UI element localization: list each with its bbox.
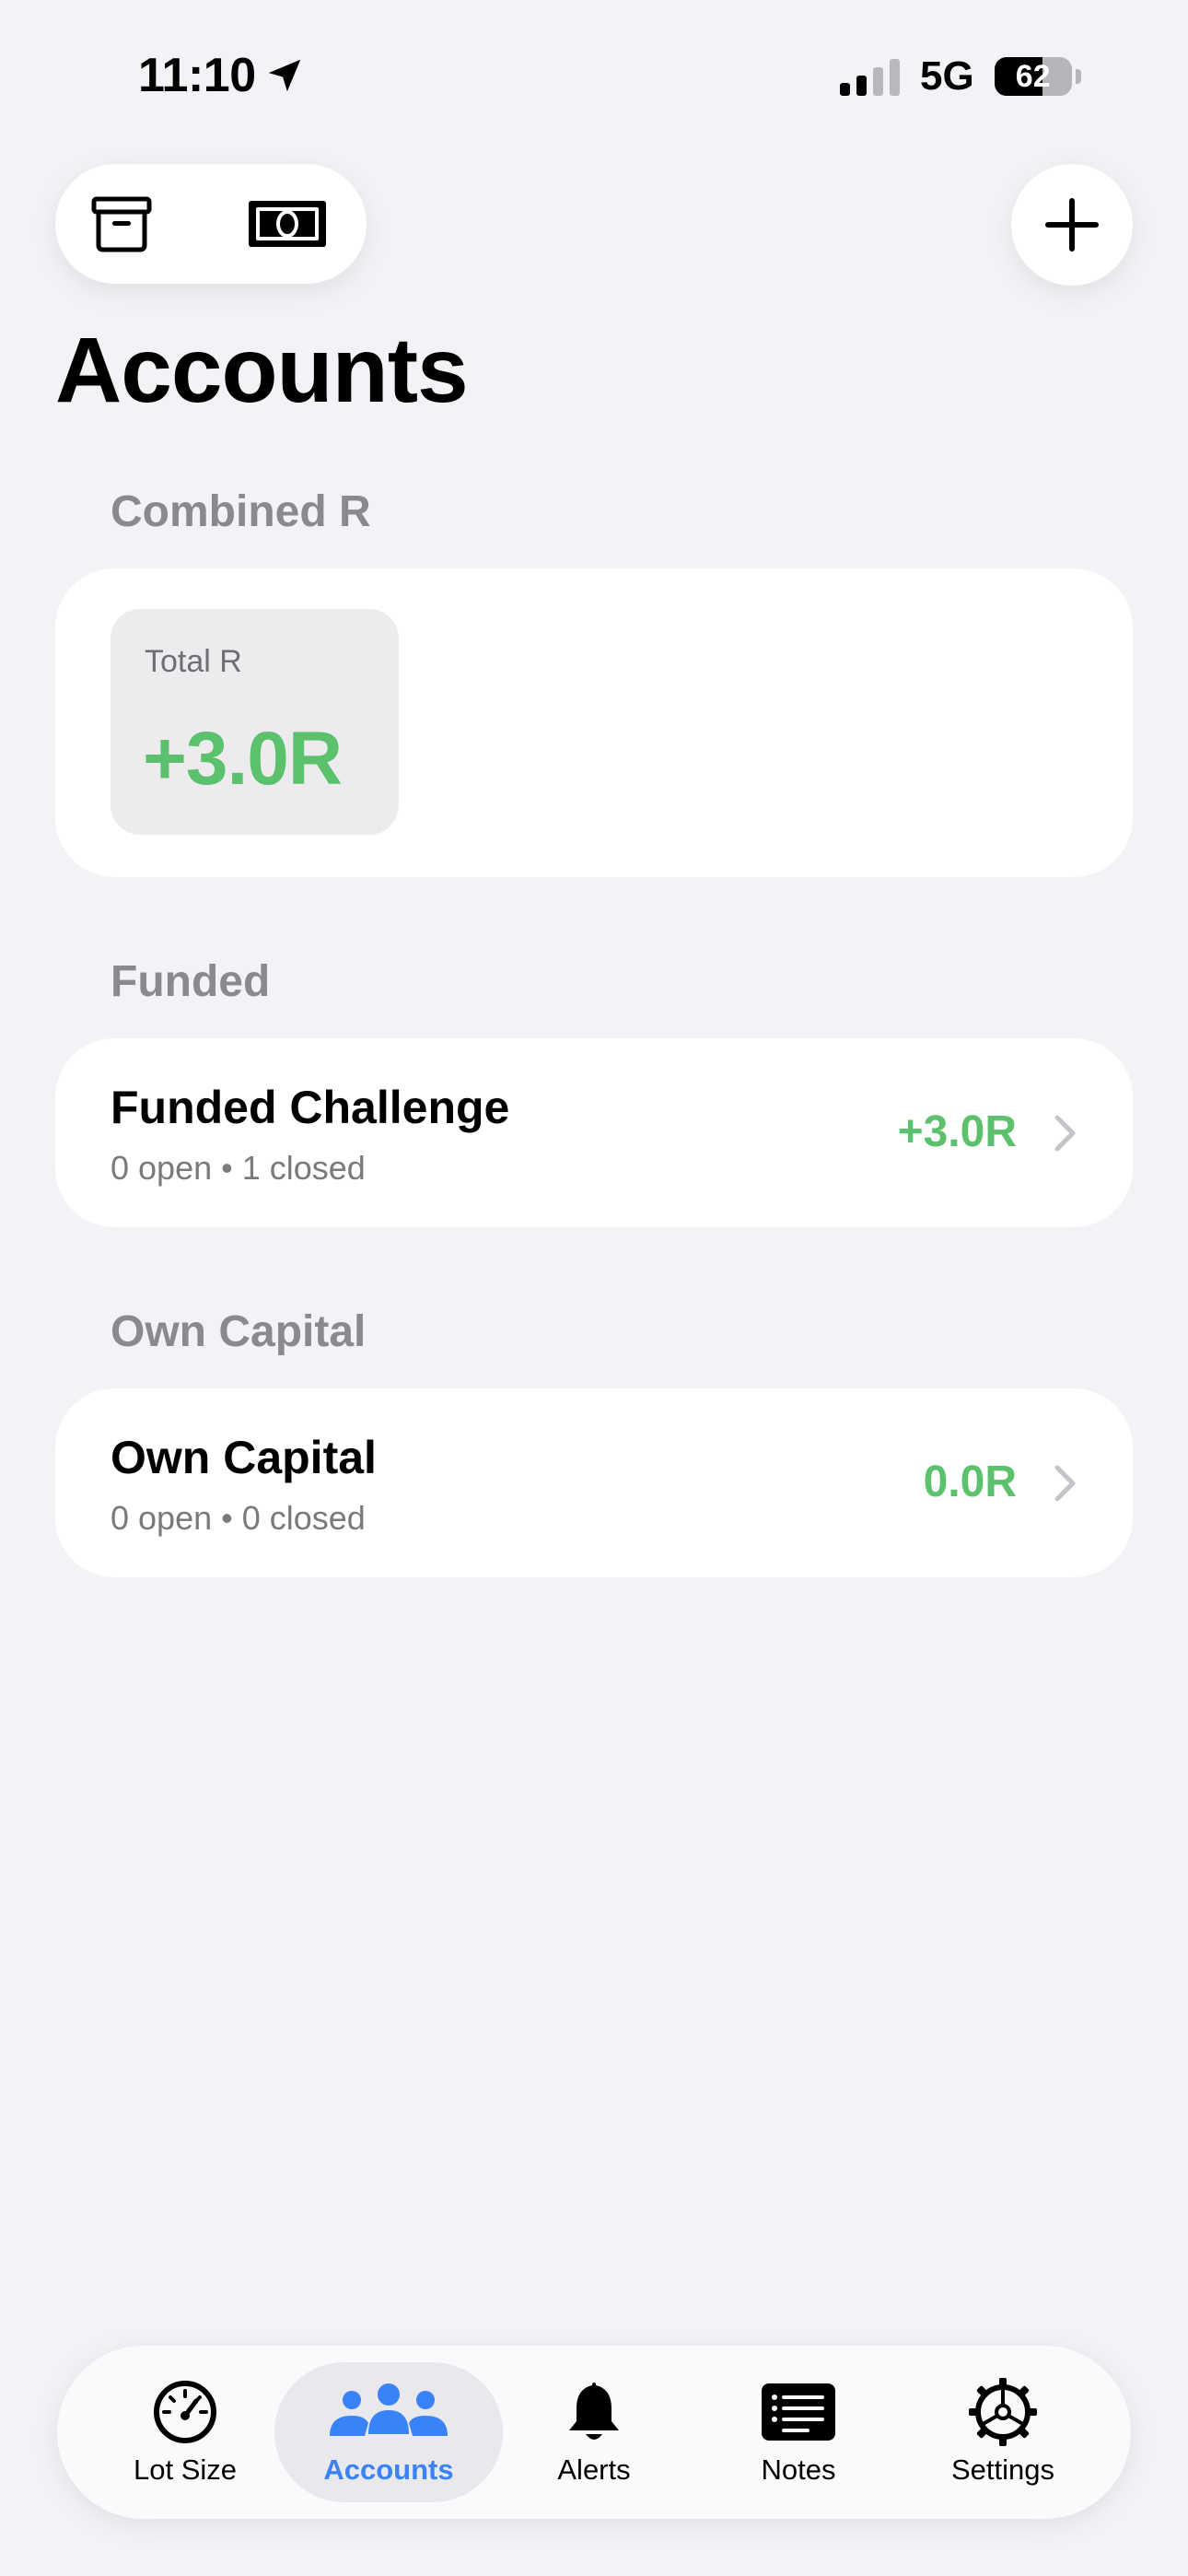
account-r-value: +3.0R: [897, 1107, 1017, 1156]
plus-icon: [1045, 198, 1099, 252]
chevron-right-icon: [1054, 1465, 1076, 1502]
account-row-own-capital[interactable]: Own Capital 0 open • 0 closed 0.0R: [55, 1388, 1133, 1577]
battery-icon: 62: [994, 57, 1072, 96]
cellular-signal-icon: [840, 57, 900, 96]
tab-label: Lot Size: [133, 2453, 237, 2486]
account-summary: 0 open • 0 closed: [111, 1499, 366, 1537]
tab-label: Settings: [950, 2453, 1054, 2486]
bell-icon: [569, 2383, 619, 2440]
tab-accounts[interactable]: Accounts: [274, 2362, 503, 2502]
archive-icon: [91, 196, 152, 252]
cash-icon: [249, 201, 326, 247]
add-account-button[interactable]: [1011, 164, 1133, 286]
account-name: Funded Challenge: [111, 1082, 510, 1133]
tab-settings[interactable]: Settings: [901, 2362, 1105, 2502]
tab-bar: Lot Size Accounts Alerts Notes Settings: [57, 2346, 1131, 2519]
status-bar-time: 11:10: [138, 48, 306, 103]
network-type: 5G: [920, 53, 974, 99]
notes-icon: [762, 2383, 835, 2441]
chevron-right-icon: [1054, 1115, 1076, 1152]
account-row-funded-challenge[interactable]: Funded Challenge 0 open • 1 closed +3.0R: [55, 1038, 1133, 1227]
tab-label: Alerts: [557, 2453, 631, 2486]
archive-button[interactable]: [66, 164, 177, 284]
battery-cap: [1075, 69, 1081, 84]
total-r-tile: Total R +3.0R: [111, 609, 399, 835]
combined-section-header: Combined R: [111, 487, 371, 536]
own-capital-section-header: Own Capital: [111, 1307, 367, 1356]
account-r-value: 0.0R: [923, 1458, 1017, 1506]
account-name: Own Capital: [111, 1432, 377, 1483]
tab-notes[interactable]: Notes: [696, 2362, 901, 2502]
location-arrow-icon: [268, 59, 300, 92]
account-summary: 0 open • 1 closed: [111, 1149, 366, 1187]
status-bar-indicators: 5G 62: [840, 53, 1081, 100]
tab-lot-size[interactable]: Lot Size: [83, 2362, 287, 2502]
battery-percent: 62: [1015, 58, 1051, 94]
page-title: Accounts: [55, 319, 469, 422]
tab-label: Notes: [761, 2453, 836, 2486]
gauge-icon: [154, 2381, 216, 2443]
gear-icon: [969, 2378, 1037, 2446]
people-icon: [330, 2383, 448, 2436]
total-r-value: +3.0R: [143, 717, 343, 801]
combined-card: Total R +3.0R: [55, 568, 1133, 877]
tab-label: Accounts: [323, 2453, 454, 2486]
total-r-label: Total R: [145, 644, 242, 679]
funded-section-header: Funded: [111, 957, 271, 1006]
toolbar-group: [55, 164, 367, 284]
tab-alerts[interactable]: Alerts: [492, 2362, 696, 2502]
cash-button[interactable]: [232, 164, 343, 284]
time-label: 11:10: [138, 49, 256, 102]
